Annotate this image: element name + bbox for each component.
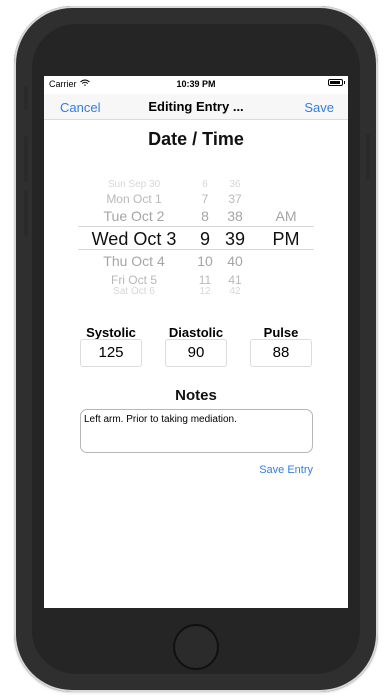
hour-option[interactable]: 7 [192,192,218,206]
minute-option[interactable]: 37 [218,192,252,206]
date-time-picker[interactable]: Sun Sep 30 Mon Oct 1 Tue Oct 2 Wed Oct 3… [78,172,314,298]
date-option[interactable]: Sun Sep 30 [78,179,190,190]
notes-title: Notes [175,387,217,404]
date-wheel[interactable]: Sun Sep 30 Mon Oct 1 Tue Oct 2 Wed Oct 3… [78,172,190,298]
app-screen: Carrier 10:39 PM Cancel Editing Entry ..… [44,76,348,608]
navigation-bar: Cancel Editing Entry ... Save [44,94,348,120]
ampm-wheel[interactable]: AM PM [268,172,304,298]
date-option[interactable]: Sat Oct 6 [78,286,190,297]
pulse-input[interactable]: 88 [250,339,312,367]
minute-option[interactable]: 42 [218,286,252,297]
date-time-title: Date / Time [148,129,244,149]
hour-option[interactable]: 10 [192,253,218,269]
hour-wheel[interactable]: 6 7 8 9 10 11 12 [192,172,218,298]
home-button[interactable] [173,624,219,670]
diastolic-input[interactable]: 90 [165,339,227,367]
minute-option[interactable]: 36 [218,179,252,190]
date-option[interactable]: Mon Oct 1 [78,192,190,206]
diastolic-label: Diastolic [168,325,224,340]
notes-textarea[interactable]: Left arm. Prior to taking mediation. [80,409,313,453]
status-time: 10:39 PM [176,79,216,89]
hour-option[interactable]: 8 [192,208,218,224]
date-option[interactable]: Thu Oct 4 [78,253,190,269]
battery-icon [328,79,345,86]
hour-option[interactable]: 6 [192,179,218,190]
save-button[interactable]: Save [304,100,334,115]
selected-date[interactable]: Wed Oct 3 [78,229,190,250]
am-option[interactable]: AM [268,208,304,224]
systolic-input[interactable]: 125 [80,339,142,367]
status-bar: Carrier 10:39 PM [44,76,348,94]
minute-option[interactable]: 40 [218,253,252,269]
power-button [366,134,370,180]
minute-option[interactable]: 41 [218,273,252,287]
minute-wheel[interactable]: 36 37 38 39 40 41 42 [218,172,252,298]
save-entry-button[interactable]: Save Entry [259,464,313,476]
date-option[interactable]: Tue Oct 2 [78,208,190,224]
selected-minute[interactable]: 39 [218,229,252,250]
pulse-label: Pulse [263,325,299,340]
selected-hour[interactable]: 9 [192,229,218,250]
systolic-label: Systolic [86,325,136,340]
page-title: Editing Entry ... [148,99,244,114]
hour-option[interactable]: 11 [192,273,218,287]
date-option[interactable]: Fri Oct 5 [78,273,190,287]
volume-up-button [24,136,28,182]
mute-switch [24,86,28,110]
minute-option[interactable]: 38 [218,208,252,224]
selected-ampm[interactable]: PM [268,229,304,250]
volume-down-button [24,190,28,236]
hour-option[interactable]: 12 [192,286,218,297]
